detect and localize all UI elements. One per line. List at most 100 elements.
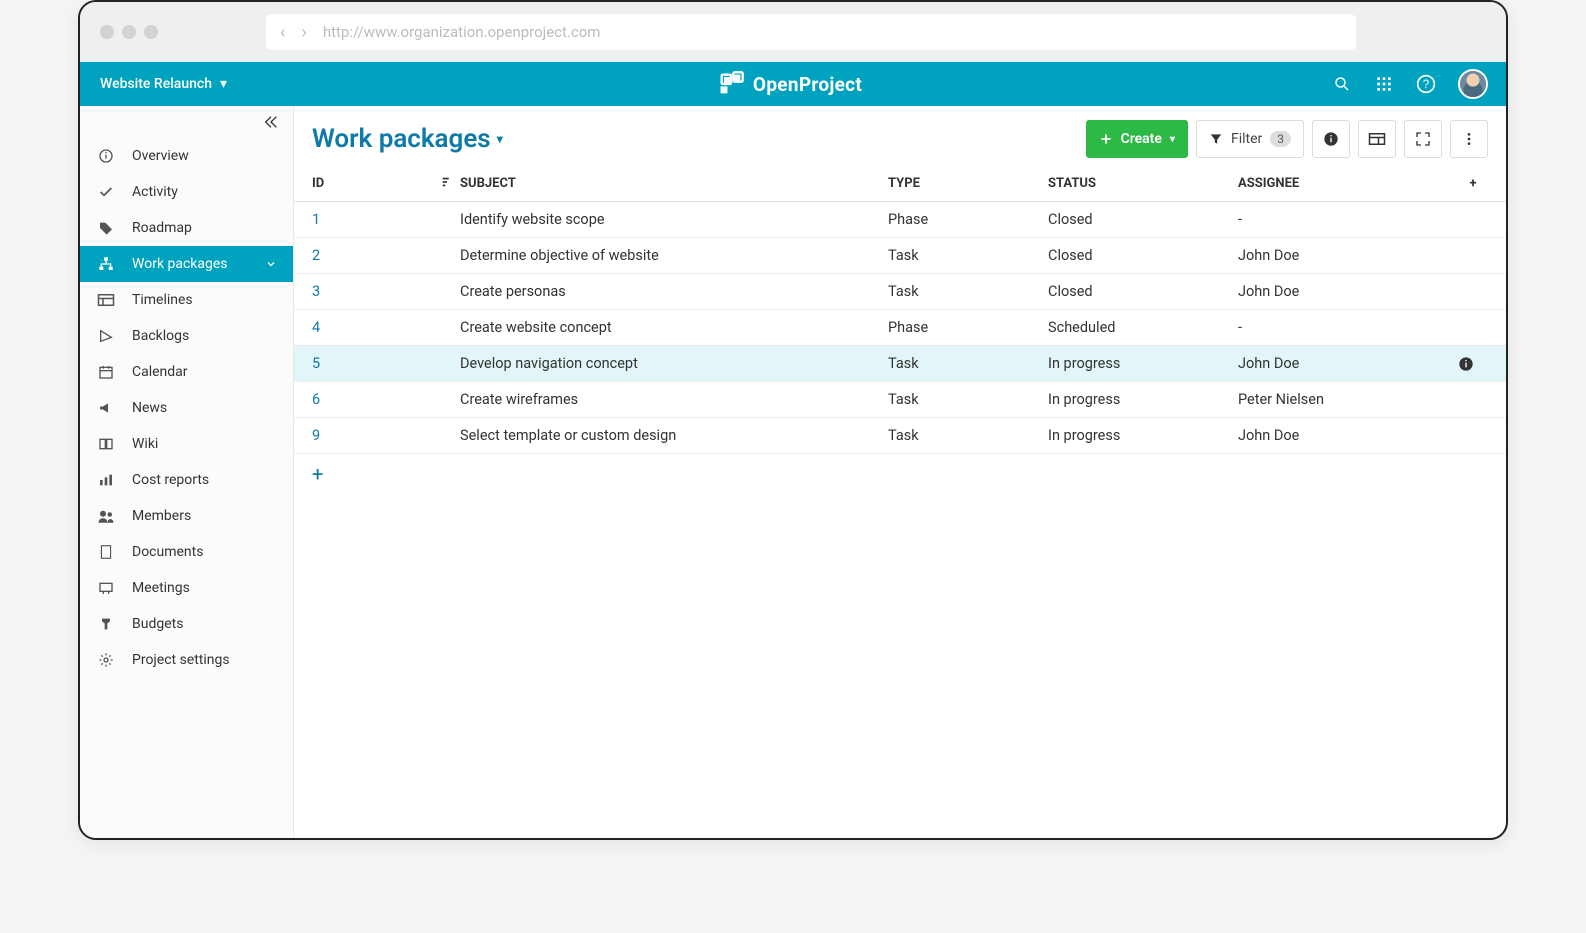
sidebar-item-calendar[interactable]: Calendar bbox=[80, 354, 293, 390]
table-row[interactable]: 6Create wireframesTaskIn progressPeter N… bbox=[294, 382, 1506, 418]
apps-icon[interactable] bbox=[1374, 74, 1394, 94]
content: OverviewActivityRoadmapWork packagesTime… bbox=[80, 106, 1506, 838]
table-row[interactable]: 4Create website conceptPhaseScheduled- bbox=[294, 310, 1506, 346]
col-status-header[interactable]: STATUS bbox=[1048, 176, 1238, 191]
sidebar-item-activity[interactable]: Activity bbox=[80, 174, 293, 210]
project-name: Website Relaunch bbox=[100, 76, 212, 92]
add-column-button[interactable]: + bbox=[1458, 176, 1488, 191]
sidebar-item-budgets[interactable]: Budgets bbox=[80, 606, 293, 642]
wp-type: Task bbox=[888, 355, 1048, 372]
table-row[interactable]: 9 Select template or custom designTaskIn … bbox=[294, 418, 1506, 454]
col-assignee-header[interactable]: ASSIGNEE bbox=[1238, 176, 1458, 191]
timeline-icon bbox=[96, 290, 116, 310]
create-button[interactable]: Create ▾ bbox=[1086, 120, 1188, 158]
help-icon[interactable]: ? bbox=[1416, 74, 1436, 94]
wp-status: Closed bbox=[1048, 211, 1238, 228]
wp-status: In progress bbox=[1048, 427, 1238, 444]
sidebar-item-project-settings[interactable]: Project settings bbox=[80, 642, 293, 678]
wp-id-link[interactable]: 5 bbox=[312, 355, 442, 372]
caret-down-icon: ▾ bbox=[1170, 134, 1175, 145]
brand: OpenProject bbox=[717, 70, 862, 98]
window-min-dot[interactable] bbox=[122, 25, 136, 39]
page-title-text: Work packages bbox=[312, 124, 491, 154]
table-row[interactable]: 2Determine objective of websiteTaskClose… bbox=[294, 238, 1506, 274]
browser-titlebar: ‹ › http://www.organization.openproject.… bbox=[80, 2, 1506, 62]
budget-icon bbox=[96, 614, 116, 634]
url-bar[interactable]: ‹ › http://www.organization.openproject.… bbox=[266, 14, 1356, 50]
view-mode-button[interactable] bbox=[1358, 120, 1396, 158]
gear-icon bbox=[96, 650, 116, 670]
sidebar-item-overview[interactable]: Overview bbox=[80, 138, 293, 174]
info-icon[interactable] bbox=[1458, 356, 1488, 372]
sidebar-item-members[interactable]: Members bbox=[80, 498, 293, 534]
work-packages-table: ID SUBJECT TYPE STATUS ASSIGNEE + 1Ident… bbox=[294, 166, 1506, 838]
fullscreen-icon bbox=[1415, 131, 1431, 147]
fullscreen-button[interactable] bbox=[1404, 120, 1442, 158]
filter-icon bbox=[1209, 132, 1223, 146]
members-icon bbox=[96, 506, 116, 526]
wp-subject: Select template or custom design bbox=[460, 427, 888, 444]
search-icon[interactable] bbox=[1332, 74, 1352, 94]
more-button[interactable] bbox=[1450, 120, 1488, 158]
wp-type: Phase bbox=[888, 319, 1048, 336]
table-row[interactable]: 1Identify website scopePhaseClosed- bbox=[294, 202, 1506, 238]
backlog-icon bbox=[96, 326, 116, 346]
wp-assignee: John Doe bbox=[1238, 355, 1458, 372]
sidebar-item-meetings[interactable]: Meetings bbox=[80, 570, 293, 606]
sidebar-item-backlogs[interactable]: Backlogs bbox=[80, 318, 293, 354]
document-icon bbox=[96, 542, 116, 562]
wp-subject: Determine objective of website bbox=[460, 247, 888, 264]
filter-button[interactable]: Filter 3 bbox=[1196, 120, 1304, 158]
sidebar-item-label: Cost reports bbox=[132, 472, 209, 488]
add-row-button[interactable]: + bbox=[294, 454, 1506, 494]
info-button[interactable] bbox=[1312, 120, 1350, 158]
sidebar-item-label: Members bbox=[132, 508, 191, 524]
top-bar: Website Relaunch ▾ OpenProject ? bbox=[80, 62, 1506, 106]
topbar-actions: ? bbox=[1332, 69, 1506, 99]
wp-id-link[interactable]: 2 bbox=[312, 247, 442, 264]
wp-type: Task bbox=[888, 283, 1048, 300]
check-icon bbox=[96, 182, 116, 202]
sidebar-collapse-button[interactable] bbox=[80, 106, 293, 138]
wp-id-link[interactable]: 4 bbox=[312, 319, 442, 336]
wp-id-link[interactable]: 9 bbox=[312, 427, 442, 444]
project-selector[interactable]: Website Relaunch ▾ bbox=[80, 76, 247, 92]
svg-text:?: ? bbox=[1423, 78, 1430, 91]
sidebar-item-documents[interactable]: Documents bbox=[80, 534, 293, 570]
plus-icon bbox=[1099, 132, 1113, 146]
wp-type: Task bbox=[888, 391, 1048, 408]
meeting-icon bbox=[96, 578, 116, 598]
wp-id-link[interactable]: 6 bbox=[312, 391, 442, 408]
sitemap-icon bbox=[96, 254, 116, 274]
table-row[interactable]: 5Develop navigation conceptTaskIn progre… bbox=[294, 346, 1506, 382]
col-subject-header[interactable]: SUBJECT bbox=[460, 176, 888, 191]
table-header: ID SUBJECT TYPE STATUS ASSIGNEE + bbox=[294, 166, 1506, 202]
wp-id-link[interactable]: 1 bbox=[312, 211, 442, 228]
user-avatar[interactable] bbox=[1458, 69, 1488, 99]
wp-type: Task bbox=[888, 427, 1048, 444]
window-max-dot[interactable] bbox=[144, 25, 158, 39]
back-icon[interactable]: ‹ bbox=[280, 22, 285, 43]
col-type-header[interactable]: TYPE bbox=[888, 176, 1048, 191]
sidebar-item-label: Timelines bbox=[132, 292, 193, 308]
caret-down-icon: ▾ bbox=[220, 76, 227, 92]
wp-status: Scheduled bbox=[1048, 319, 1238, 336]
sidebar-item-wiki[interactable]: Wiki bbox=[80, 426, 293, 462]
window-close-dot[interactable] bbox=[100, 25, 114, 39]
table-row[interactable]: 3Create personasTaskClosedJohn Doe bbox=[294, 274, 1506, 310]
sidebar-item-work-packages[interactable]: Work packages bbox=[80, 246, 293, 282]
info-icon bbox=[96, 146, 116, 166]
col-id-header[interactable]: ID bbox=[312, 176, 442, 191]
forward-icon[interactable]: › bbox=[301, 22, 306, 43]
sort-icon-slot[interactable] bbox=[442, 176, 460, 191]
wp-id-link[interactable]: 3 bbox=[312, 283, 442, 300]
wp-assignee: - bbox=[1238, 211, 1458, 228]
sidebar-item-timelines[interactable]: Timelines bbox=[80, 282, 293, 318]
sidebar-item-label: Wiki bbox=[132, 436, 158, 452]
sidebar-item-cost-reports[interactable]: Cost reports bbox=[80, 462, 293, 498]
page-title[interactable]: Work packages ▾ bbox=[312, 124, 503, 154]
sidebar-item-news[interactable]: News bbox=[80, 390, 293, 426]
wp-assignee: Peter Nielsen bbox=[1238, 391, 1458, 408]
sidebar-item-roadmap[interactable]: Roadmap bbox=[80, 210, 293, 246]
caret-down-icon: ▾ bbox=[497, 132, 503, 146]
